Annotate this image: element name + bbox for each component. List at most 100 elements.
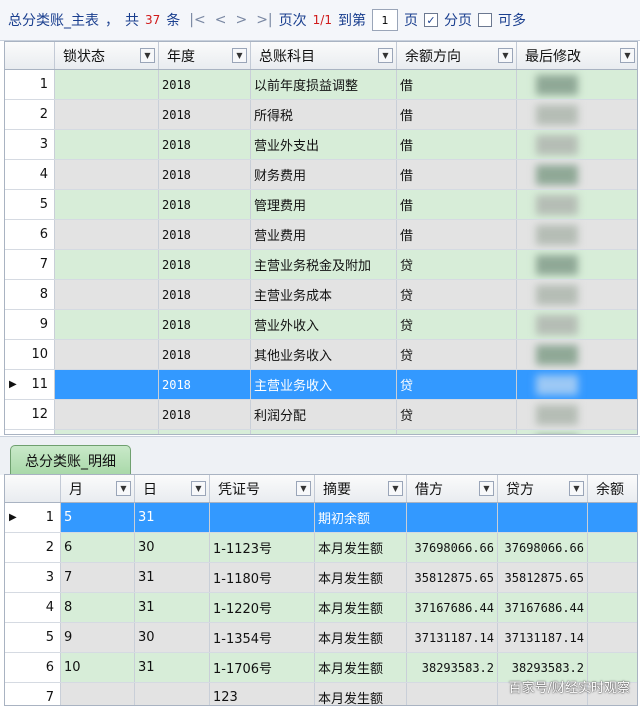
cell-summary[interactable]: 本月发生额: [315, 563, 407, 592]
dropdown-arrow-icon[interactable]: ▼: [620, 48, 635, 63]
dropdown-arrow-icon[interactable]: ▼: [498, 48, 513, 63]
cell-month[interactable]: 6: [61, 533, 135, 562]
multi-select-checkbox[interactable]: [477, 13, 492, 27]
cell-month[interactable]: 5: [61, 503, 135, 532]
cell-credit[interactable]: 37698066.66: [498, 533, 588, 562]
table-row[interactable]: ▶ 11 2018 主营业务收入贷: [5, 370, 637, 400]
cell-month[interactable]: [61, 683, 135, 705]
col-header-summary[interactable]: 摘要 ▼: [315, 475, 407, 502]
cell-direction[interactable]: 贷: [397, 370, 517, 399]
cell-lock-status[interactable]: [55, 220, 159, 249]
goto-page-input[interactable]: [371, 9, 398, 31]
cell-day[interactable]: 31: [135, 593, 210, 622]
cell-debit[interactable]: [407, 503, 498, 532]
cell-lock-status[interactable]: [55, 160, 159, 189]
cell-month[interactable]: 7: [61, 563, 135, 592]
cell-account[interactable]: 其他业务收入: [251, 340, 397, 369]
col-header-last-modified[interactable]: 最后修改 ▼: [517, 42, 637, 69]
dropdown-arrow-icon[interactable]: ▼: [140, 48, 155, 63]
cell-last-modified-redacted[interactable]: [517, 70, 637, 99]
cell-summary[interactable]: 本月发生额: [315, 683, 407, 705]
table-row[interactable]: 1 2018 以前年度损益调整借: [5, 70, 637, 100]
col-header-account[interactable]: 总账科目 ▼: [251, 42, 397, 69]
table-row[interactable]: 5 9 30 1-1354号 本月发生额 37131187.14 37131187.14: [5, 623, 637, 653]
cell-day[interactable]: [135, 683, 210, 705]
cell-direction[interactable]: 借: [397, 70, 517, 99]
table-row[interactable]: 3 7 31 1-1180号 本月发生额 35812875.65 35812875.65: [5, 563, 637, 593]
cell-lock-status[interactable]: [55, 250, 159, 279]
table-row[interactable]: 12 2018 利润分配贷: [5, 400, 637, 430]
cell-summary[interactable]: 本月发生额: [315, 593, 407, 622]
cell-lock-status[interactable]: [55, 280, 159, 309]
cell-direction[interactable]: 借: [397, 130, 517, 159]
cell-debit[interactable]: 37167686.44: [407, 593, 498, 622]
prev-page-icon[interactable]: <: [215, 12, 227, 28]
cell-last-modified-redacted[interactable]: [517, 280, 637, 309]
cell-voucher[interactable]: 123: [210, 683, 315, 705]
cell-direction[interactable]: 借: [397, 190, 517, 219]
cell-voucher[interactable]: 1-1354号: [210, 623, 315, 652]
cell-direction[interactable]: 借: [397, 220, 517, 249]
cell-lock-status[interactable]: [55, 400, 159, 429]
table-row[interactable]: 2 6 30 1-1123号 本月发生额 37698066.66 37698066.66: [5, 533, 637, 563]
dropdown-arrow-icon[interactable]: ▼: [232, 48, 247, 63]
cell-year[interactable]: 2018: [159, 370, 251, 399]
cell-year[interactable]: 2018: [159, 220, 251, 249]
cell-summary[interactable]: 本月发生额: [315, 653, 407, 682]
cell-lock-status[interactable]: [55, 430, 159, 434]
cell-direction[interactable]: 借: [397, 160, 517, 189]
cell-year[interactable]: 2018: [159, 190, 251, 219]
col-header-day[interactable]: 日 ▼: [135, 475, 210, 502]
table-row[interactable]: 8 2018 主营业务成本贷: [5, 280, 637, 310]
cell-year[interactable]: 2018: [159, 340, 251, 369]
cell-day[interactable]: 31: [135, 563, 210, 592]
cell-credit[interactable]: 37131187.14: [498, 623, 588, 652]
table-row[interactable]: ▶ 1 5 31 期初余额: [5, 503, 637, 533]
table-row[interactable]: 4 2018 财务费用借: [5, 160, 637, 190]
cell-month[interactable]: 8: [61, 593, 135, 622]
col-header-voucher[interactable]: 凭证号 ▼: [210, 475, 315, 502]
table-row[interactable]: 10 2018 其他业务收入贷: [5, 340, 637, 370]
dropdown-arrow-icon[interactable]: ▼: [296, 481, 311, 496]
cell-direction[interactable]: 借: [397, 100, 517, 129]
cell-account[interactable]: 财务费用: [251, 160, 397, 189]
cell-account[interactable]: 主营业务成本: [251, 280, 397, 309]
cell-voucher[interactable]: 1-1180号: [210, 563, 315, 592]
cell-account[interactable]: 本年利润: [251, 430, 397, 434]
cell-year[interactable]: 2018: [159, 100, 251, 129]
cell-last-modified-redacted[interactable]: [517, 400, 637, 429]
table-row[interactable]: 6 2018 营业费用借: [5, 220, 637, 250]
cell-last-modified-redacted[interactable]: [517, 100, 637, 129]
cell-last-modified-redacted[interactable]: [517, 190, 637, 219]
cell-credit[interactable]: 35812875.65: [498, 563, 588, 592]
cell-balance[interactable]: [588, 503, 637, 532]
cell-year[interactable]: 2018: [159, 310, 251, 339]
cell-voucher[interactable]: 1-1220号: [210, 593, 315, 622]
cell-debit[interactable]: 37698066.66: [407, 533, 498, 562]
first-page-icon[interactable]: |<: [189, 12, 205, 28]
cell-balance[interactable]: [588, 533, 637, 562]
cell-account[interactable]: 营业外收入: [251, 310, 397, 339]
cell-debit[interactable]: 38293583.2: [407, 653, 498, 682]
cell-month[interactable]: 9: [61, 623, 135, 652]
dropdown-arrow-icon[interactable]: ▼: [116, 481, 131, 496]
cell-lock-status[interactable]: [55, 100, 159, 129]
dropdown-arrow-icon[interactable]: ▼: [388, 481, 403, 496]
cell-lock-status[interactable]: [55, 130, 159, 159]
cell-account[interactable]: 管理费用: [251, 190, 397, 219]
cell-month[interactable]: 10: [61, 653, 135, 682]
cell-credit[interactable]: 37167686.44: [498, 593, 588, 622]
cell-year[interactable]: 2018: [159, 70, 251, 99]
cell-debit[interactable]: 37131187.14: [407, 623, 498, 652]
cell-debit[interactable]: 35812875.65: [407, 563, 498, 592]
last-page-icon[interactable]: >|: [256, 12, 272, 28]
cell-year[interactable]: 2018: [159, 160, 251, 189]
cell-summary[interactable]: 本月发生额: [315, 623, 407, 652]
cell-balance[interactable]: [588, 623, 637, 652]
dropdown-arrow-icon[interactable]: ▼: [191, 481, 206, 496]
cell-lock-status[interactable]: [55, 340, 159, 369]
table-row[interactable]: 9 2018 营业外收入贷: [5, 310, 637, 340]
dropdown-arrow-icon[interactable]: ▼: [569, 481, 584, 496]
col-header-month[interactable]: 月 ▼: [61, 475, 135, 502]
cell-direction[interactable]: 贷: [397, 250, 517, 279]
